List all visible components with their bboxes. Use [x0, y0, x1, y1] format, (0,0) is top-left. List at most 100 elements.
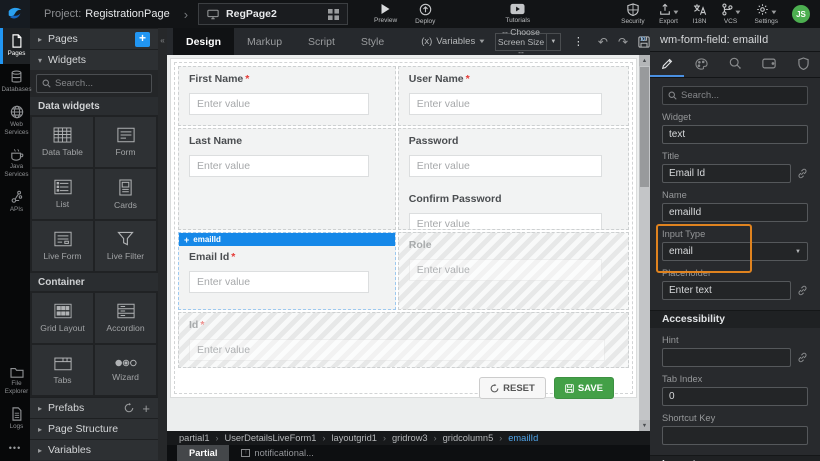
widget-tile-live-filter[interactable]: Live Filter	[95, 221, 156, 271]
tutorials-button[interactable]: Tutorials	[505, 3, 530, 24]
widget-tile-wizard[interactable]: Wizard	[95, 345, 156, 395]
i18n-button[interactable]: I18N	[693, 3, 707, 25]
design-canvas: First Name* User Name* Last Name Passwor	[167, 55, 650, 431]
kebab-menu-icon[interactable]: ⋮	[569, 35, 588, 48]
widget-tile-live-form[interactable]: Live Form	[32, 221, 93, 271]
page-tab[interactable]: RegPage2	[198, 3, 348, 25]
form-field-user-name[interactable]: User Name*	[398, 66, 629, 126]
tab-markup[interactable]: Markup	[234, 28, 295, 55]
sidebar-item-databases[interactable]: Databases	[0, 64, 30, 100]
dashboard-grid-icon[interactable]	[328, 9, 339, 20]
confirm-password-input[interactable]	[409, 213, 602, 230]
deploy-button[interactable]: Deploy	[415, 3, 435, 25]
breadcrumb-item[interactable]: UserDetailsLiveForm1	[225, 433, 317, 443]
bind-link-icon[interactable]	[797, 352, 808, 363]
breadcrumb-item-active[interactable]: emailId	[508, 433, 538, 443]
form-field-password-group[interactable]: Password Confirm Password	[398, 128, 629, 230]
sidebar-item-web-services[interactable]: Web Services	[0, 99, 30, 142]
redo-icon[interactable]: ↷	[618, 35, 628, 49]
project-chevron-icon[interactable]: ›	[184, 7, 188, 22]
widgets-section-header[interactable]: ▾ Widgets	[30, 49, 158, 70]
properties-search-input[interactable]	[681, 90, 802, 101]
prefabs-section-header[interactable]: ▸ Prefabs +	[30, 397, 158, 418]
breadcrumb-item[interactable]: gridrow3	[392, 433, 428, 443]
editor-tab-notification[interactable]: ! notificational...	[229, 445, 325, 461]
sidebar-item-logs[interactable]: Logs	[0, 401, 30, 437]
user-avatar[interactable]: JS	[792, 5, 810, 23]
add-page-button[interactable]: +	[135, 32, 150, 47]
settings-button[interactable]: ▼ Settings	[755, 3, 779, 25]
sidebar-item-pages[interactable]: Pages	[0, 28, 30, 64]
scroll-down-icon[interactable]: ▼	[639, 420, 650, 431]
breadcrumb-item[interactable]: gridcolumn5	[443, 433, 494, 443]
bind-link-icon[interactable]	[797, 168, 808, 179]
vcs-button[interactable]: ▼ VCS	[721, 3, 741, 25]
tab-properties[interactable]	[650, 52, 684, 77]
form-field-id[interactable]: Id*	[178, 312, 629, 368]
widget-search-input[interactable]	[55, 78, 146, 89]
widget-value-input[interactable]	[662, 125, 808, 144]
page-structure-section-header[interactable]: ▸ Page Structure	[30, 418, 158, 439]
tab-security[interactable]	[786, 52, 820, 77]
bind-link-icon[interactable]	[797, 285, 808, 296]
widget-tile-form[interactable]: Form	[95, 117, 156, 167]
widget-tile-data-table[interactable]: Data Table	[32, 117, 93, 167]
scroll-up-icon[interactable]: ▲	[639, 55, 650, 66]
tab-device[interactable]	[752, 52, 786, 77]
reset-button[interactable]: RESET	[479, 377, 546, 399]
variables-dropdown[interactable]: (x) Variables ▼	[421, 36, 485, 47]
widget-tile-tabs[interactable]: Tabs	[32, 345, 93, 395]
rail-more-button[interactable]: •••	[0, 437, 30, 461]
role-input[interactable]	[409, 259, 602, 281]
tab-styles[interactable]	[684, 52, 718, 77]
tab-inspect[interactable]	[718, 52, 752, 77]
tab-design[interactable]: Design	[173, 28, 234, 55]
name-value-input[interactable]	[662, 203, 808, 222]
sidebar-item-apis[interactable]: APIs	[0, 184, 30, 220]
widget-tile-accordion[interactable]: Accordion	[95, 293, 156, 343]
last-name-input[interactable]	[189, 155, 369, 177]
pages-section-header[interactable]: ▸ Pages +	[30, 28, 158, 49]
user-name-input[interactable]	[409, 93, 602, 115]
placeholder-value-input[interactable]	[662, 281, 791, 300]
widget-tile-grid-layout[interactable]: Grid Layout	[32, 293, 93, 343]
undo-icon[interactable]: ↶	[598, 35, 608, 49]
canvas-scrollbar[interactable]: ▲ ▼	[639, 55, 650, 431]
form-field-email-id[interactable]: + emailId Email Id*	[178, 232, 396, 310]
preview-button[interactable]: Preview	[374, 3, 397, 24]
title-value-input[interactable]	[662, 164, 791, 183]
top-bar: Project:RegistrationPage › RegPage2 Prev…	[0, 0, 820, 28]
refresh-icon[interactable]	[124, 403, 134, 413]
widget-tile-list[interactable]: List	[32, 169, 93, 219]
collapse-left-panel-icon[interactable]: «	[160, 36, 164, 45]
password-input[interactable]	[409, 155, 602, 177]
tab-script[interactable]: Script	[295, 28, 348, 55]
breadcrumb-item[interactable]: partial1	[179, 433, 210, 443]
sidebar-item-file-explorer[interactable]: File Explorer	[0, 360, 30, 401]
input-type-select[interactable]: email ▼	[662, 242, 808, 261]
first-name-input[interactable]	[189, 93, 369, 115]
email-id-input[interactable]	[189, 271, 369, 293]
collapse-right-panel-icon[interactable]: »	[637, 33, 649, 45]
widget-tile-cards[interactable]: Cards	[95, 169, 156, 219]
form-field-first-name[interactable]: First Name*	[178, 66, 396, 126]
selected-widget-tag[interactable]: + emailId	[179, 233, 395, 246]
scrollbar-thumb[interactable]	[640, 67, 649, 187]
sidebar-item-java-services[interactable]: Java Services	[0, 142, 30, 184]
export-button[interactable]: ▼ Export	[659, 3, 679, 25]
security-button[interactable]: Security	[621, 3, 644, 25]
hint-value-input[interactable]	[662, 348, 791, 367]
form-field-last-name[interactable]: Last Name	[178, 128, 396, 230]
editor-tab-partial[interactable]: Partial	[177, 445, 229, 461]
tab-style[interactable]: Style	[348, 28, 397, 55]
screen-size-dropdown[interactable]: -- Choose Screen Size -- ▼	[495, 33, 561, 51]
form-field-role[interactable]: Role	[398, 232, 629, 310]
shortcut-key-value-input[interactable]	[662, 426, 808, 445]
wavemaker-logo[interactable]	[0, 0, 30, 28]
save-button[interactable]: SAVE	[554, 377, 614, 399]
tab-index-value-input[interactable]	[662, 387, 808, 406]
variables-section-header[interactable]: ▸ Variables	[30, 439, 158, 460]
id-input[interactable]	[189, 339, 605, 361]
add-prefab-button[interactable]: +	[142, 401, 150, 416]
breadcrumb-item[interactable]: layoutgrid1	[331, 433, 376, 443]
